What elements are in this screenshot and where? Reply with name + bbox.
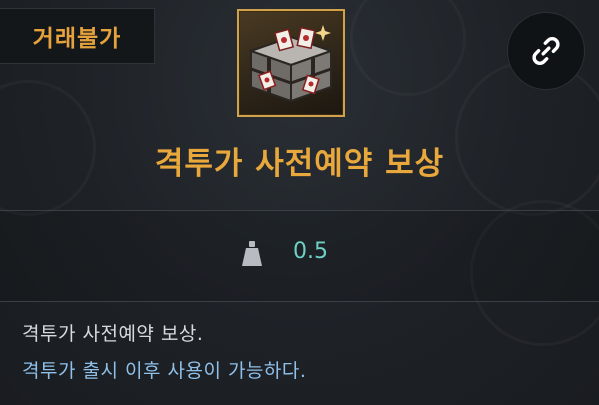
weight-value: 0.5 (293, 239, 328, 264)
item-description: 격투가 사전예약 보상. (22, 323, 204, 345)
weight-icon (242, 241, 262, 266)
item-usage-note: 격투가 출시 이후 사용이 가능하다. (22, 360, 307, 382)
link-button[interactable] (507, 12, 585, 90)
trade-restriction-label: 거래불가 (32, 26, 122, 52)
link-icon (532, 37, 560, 65)
trade-restriction-badge: 거래불가 (0, 8, 155, 64)
treasure-chest-icon-graphic (247, 25, 335, 103)
item-name: 격투가 사전예약 보상 (154, 146, 445, 182)
item-tooltip-panel: 거래불가 격투가 사전예약 보상 0.5 격투가 사전예약 보상. 격투가 출시… (0, 0, 599, 405)
treasure-chest-icon (237, 9, 345, 117)
section-divider (0, 301, 599, 302)
background-emblem (350, 0, 466, 96)
